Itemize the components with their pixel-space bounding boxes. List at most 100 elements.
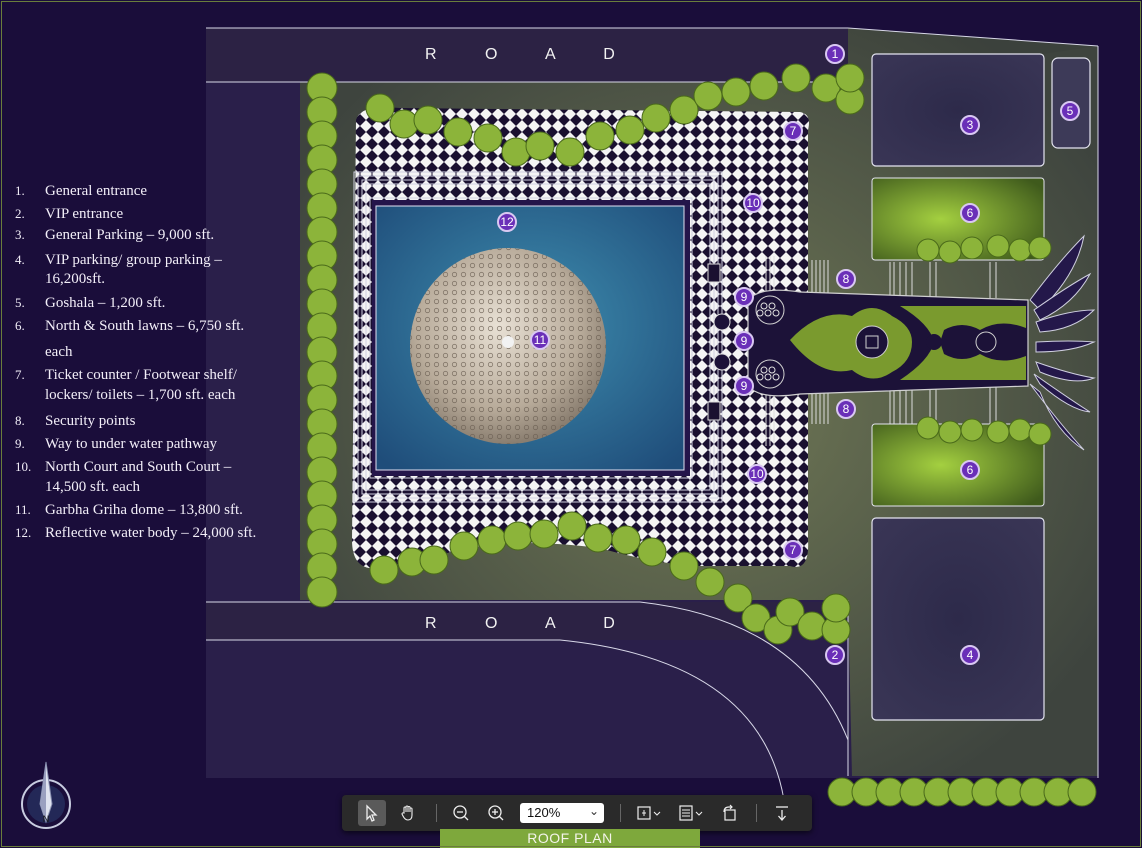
page-fit-icon (637, 806, 661, 820)
tree-canopy (557, 511, 587, 541)
tree-canopy (419, 545, 449, 575)
legend-text: General Parking – 9,000 sft. (45, 227, 215, 243)
tree-canopy (986, 420, 1010, 444)
legend-number: 1. (15, 183, 25, 198)
tree-canopy (781, 63, 811, 93)
tree-canopy (916, 416, 940, 440)
zoom-value: 120% (527, 805, 561, 820)
zoom-in-button[interactable] (482, 800, 510, 826)
legend-text: VIP entrance (45, 206, 124, 222)
tree-canopy (1008, 418, 1032, 442)
page-layout-icon (679, 805, 703, 821)
rotate-button[interactable] (716, 800, 744, 826)
legend-text: North & South lawns – 6,750 sft. (45, 318, 245, 334)
page-fit-button[interactable] (632, 800, 666, 826)
marker-general-parking: 3 (960, 115, 980, 135)
legend-number: 7. (15, 367, 25, 382)
marker-ticket-counter-south: 7 (783, 540, 803, 560)
legend-number: 5. (15, 295, 25, 310)
marker-dome: 11 (530, 330, 550, 350)
legend-number: 3. (15, 227, 25, 242)
tree-canopy (611, 525, 641, 555)
tree-canopy (369, 555, 399, 585)
zoom-level-select[interactable]: 120% ⌄ (520, 803, 604, 823)
legend-text: Garbha Griha dome – 13,800 sft. (45, 502, 243, 518)
marker-security-north: 8 (836, 269, 856, 289)
toolbar-divider (436, 804, 437, 822)
marker-goshala: 5 (1060, 101, 1080, 121)
export-button[interactable] (768, 800, 796, 826)
zoom-in-icon (488, 805, 504, 821)
legend-text: Ticket counter / Footwear shelf/ (45, 367, 237, 383)
chevron-down-icon: ⌄ (588, 804, 599, 818)
tree-canopy (306, 576, 338, 608)
legend-text: Security points (45, 413, 136, 429)
tree-canopy (797, 611, 827, 641)
select-icon (366, 804, 378, 822)
page-layout-button[interactable] (674, 800, 708, 826)
legend-number: 8. (15, 413, 25, 428)
legend-text: North Court and South Court – (45, 459, 232, 475)
marker-north-lawn: 6 (960, 203, 980, 223)
hand-tool-button[interactable] (394, 800, 422, 826)
tree-canopy (477, 525, 507, 555)
tree-canopy (669, 95, 699, 125)
zoom-out-icon (453, 805, 469, 821)
marker-south-lawn: 6 (960, 460, 980, 480)
select-tool-button[interactable] (358, 800, 386, 826)
tree-canopy (916, 238, 940, 262)
viewer-toolbar: 120% ⌄ (342, 795, 812, 831)
marker-pathway-center: 9 (734, 331, 754, 351)
tree-canopy (641, 103, 671, 133)
rotate-icon (723, 804, 736, 821)
tree-canopy (835, 63, 865, 93)
tree-canopy (637, 537, 667, 567)
tree-canopy (695, 567, 725, 597)
tree-canopy (525, 131, 555, 161)
zoom-out-button[interactable] (447, 800, 475, 826)
tree-canopy (1067, 777, 1097, 807)
marker-general-entrance: 1 (825, 44, 845, 64)
tree-canopy (693, 81, 723, 111)
tree-canopy (529, 519, 559, 549)
tree-canopy (615, 115, 645, 145)
legend-text: Way to under water pathway (45, 436, 218, 452)
marker-vip-entrance: 2 (825, 645, 845, 665)
road-label-bottom: R O A D (425, 615, 637, 632)
tree-canopy (749, 71, 779, 101)
tree-canopy (960, 418, 984, 442)
tree-canopy (443, 117, 473, 147)
tree-canopy (1028, 236, 1052, 260)
legend-number: 11. (15, 502, 31, 517)
tree-canopy (449, 531, 479, 561)
export-icon (776, 806, 788, 821)
drawing-canvas: N R O A D R O A D 1. General entrance 2. V… (0, 0, 1142, 848)
marker-south-court: 10 (747, 464, 767, 484)
legend-text: lockers/ toilets – 1,700 sft. each (45, 387, 236, 403)
legend-number: 2. (15, 206, 25, 221)
marker-vip-parking: 4 (960, 645, 980, 665)
tree-canopy (986, 234, 1010, 258)
tree-canopy (938, 240, 962, 264)
legend-text: 14,500 sft. each (45, 479, 140, 495)
tree-canopy (1008, 238, 1032, 262)
marker-ticket-counter-north: 7 (783, 121, 803, 141)
tree-canopy (503, 521, 533, 551)
tree-canopy (389, 109, 419, 139)
tree-canopy (1028, 422, 1052, 446)
tree-canopy (473, 123, 503, 153)
tree-canopy (938, 420, 962, 444)
north-label: N (43, 814, 50, 824)
tree-canopy (413, 105, 443, 135)
legend-number: 4. (15, 252, 25, 267)
legend-text: Reflective water body – 24,000 sft. (45, 525, 257, 541)
legend-number: 10. (15, 459, 32, 474)
tree-canopy (821, 593, 851, 623)
marker-water-body: 12 (497, 212, 517, 232)
tree-canopy (365, 93, 395, 123)
marker-pathway-north: 9 (734, 287, 754, 307)
tree-canopy (555, 137, 585, 167)
road-label-top: R O A D (425, 46, 637, 63)
legend-number: 9. (15, 436, 25, 451)
tree-canopy (583, 523, 613, 553)
